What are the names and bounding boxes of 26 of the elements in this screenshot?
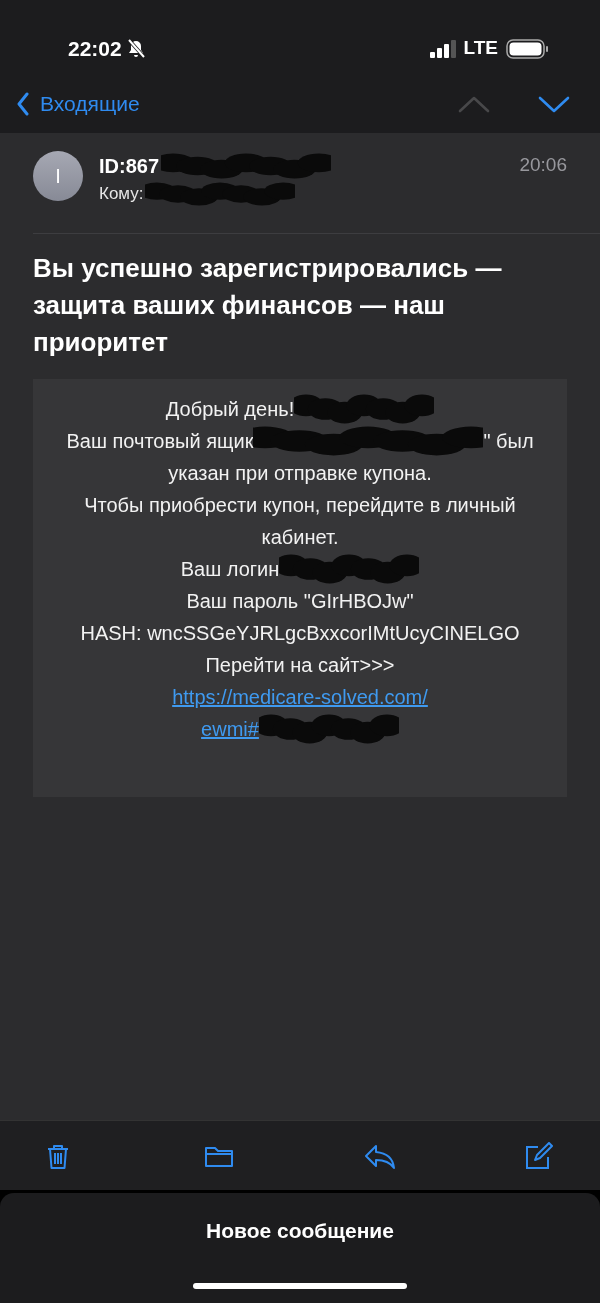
text: кабинет. xyxy=(261,525,339,550)
chevron-left-icon xyxy=(16,92,30,116)
text: HASH: wncSSGeYJRLgcBxxcorIMtUcyCINELGO xyxy=(80,621,520,646)
battery-icon xyxy=(506,38,548,59)
link[interactable]: ewmi# xyxy=(201,713,259,745)
text: Чтобы приобрести купон, перейдите в личный xyxy=(84,493,516,518)
back-button[interactable]: Входящие xyxy=(16,88,140,120)
text: Ваш пароль "GIrHBOJw" xyxy=(186,589,414,614)
avatar: I xyxy=(33,151,83,201)
link[interactable]: https://medicare-solved.com/ xyxy=(172,681,428,713)
text: ID:867 xyxy=(99,154,160,179)
subject: Вы успешно зарегистрировались — защита ваших финансов — наш приоритет xyxy=(32,252,503,359)
text: " был xyxy=(483,429,534,454)
text: указан при отправке купона. xyxy=(168,461,432,486)
text: Кому: xyxy=(99,183,144,205)
sheet-title: Новое сообщение xyxy=(206,1218,394,1244)
bell-slash-icon xyxy=(125,38,147,59)
network-label: LTE xyxy=(463,36,498,61)
text: Ваш логин xyxy=(180,557,280,582)
compose-icon[interactable] xyxy=(524,1141,556,1170)
text: Ваш почтовый ящик xyxy=(66,429,254,454)
status-time: 22:02 xyxy=(68,35,122,62)
text: Добрый день! xyxy=(165,397,295,422)
text: Перейти на сайт>>> xyxy=(205,653,395,678)
message-time: 20:06 xyxy=(519,153,567,177)
signal-icon xyxy=(429,39,456,58)
